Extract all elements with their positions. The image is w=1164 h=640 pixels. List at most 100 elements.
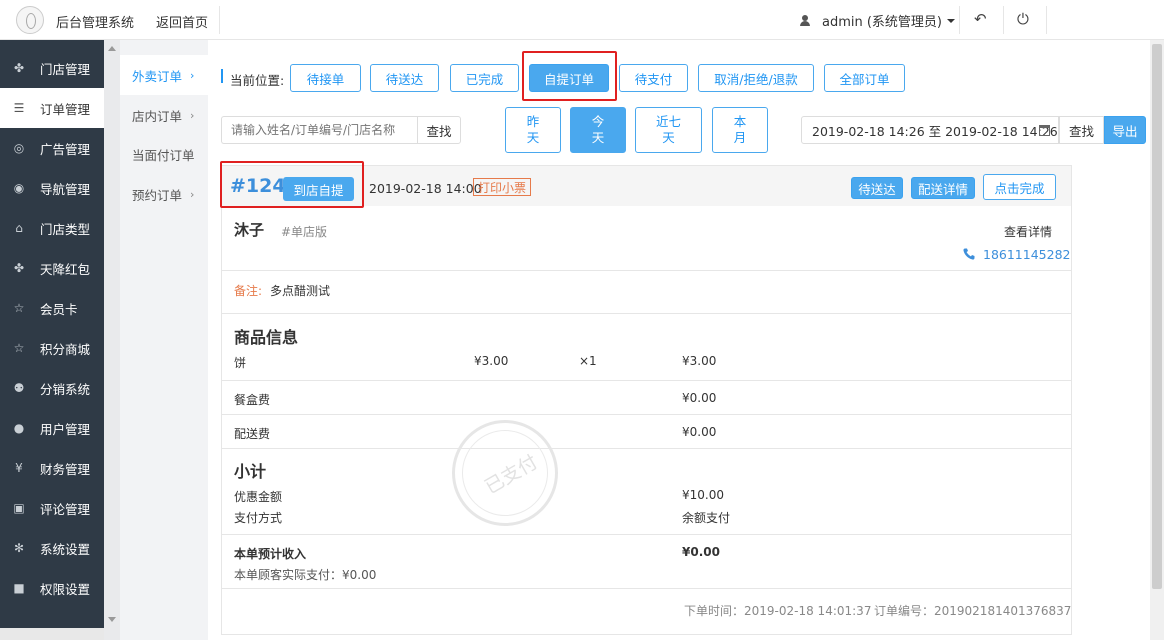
date-last-7-days-button[interactable]: 近七天 xyxy=(635,107,702,153)
sidebar-item-comments[interactable]: ▣ 评论管理 xyxy=(0,488,104,528)
sidebar-item-distribution[interactable]: ⚉ 分销系统 xyxy=(0,368,104,408)
scrollbar-thumb[interactable] xyxy=(1152,44,1162,589)
logo xyxy=(16,6,44,34)
sidebar-item-finance[interactable]: ¥ 财务管理 xyxy=(0,448,104,488)
tab-pending-payment[interactable]: 待支付 xyxy=(619,64,688,92)
tab-pending-accept[interactable]: 待接单 xyxy=(290,64,361,92)
tab-pending-delivery[interactable]: 待送达 xyxy=(370,64,439,92)
lock-icon: ■ xyxy=(13,581,25,595)
pay-method-label: 支付方式 xyxy=(234,511,283,525)
chevron-right-icon: › xyxy=(190,108,195,122)
sidebar-item-label: 分销系统 xyxy=(40,381,91,397)
sub-navigation: 外卖订单 › 店内订单 › 当面付订单 预约订单 › xyxy=(104,40,208,640)
sidebar-item-label: 积分商城 xyxy=(40,341,91,357)
power-icon[interactable]: ⏻ xyxy=(1017,10,1029,28)
divider xyxy=(222,588,1071,589)
tab-cancelled[interactable]: 取消/拒绝/退款 xyxy=(698,64,814,92)
goods-quantity: ×1 xyxy=(579,354,597,368)
scroll-down-icon[interactable] xyxy=(108,617,116,622)
delivery-fee-label: 配送费 xyxy=(234,427,271,441)
comment-icon: ▣ xyxy=(13,501,25,515)
box-fee-label: 餐盒费 xyxy=(234,393,271,407)
complete-order-button[interactable]: 点击完成 xyxy=(983,174,1056,200)
sidebar-item-red-packet[interactable]: ✤ 天降红包 xyxy=(0,248,104,288)
calendar-icon xyxy=(1039,125,1050,136)
divider xyxy=(1046,6,1047,34)
sidebar-item-label: 财务管理 xyxy=(40,461,91,477)
delivery-details-button[interactable]: 配送详情 xyxy=(911,177,975,199)
date-today-button[interactable]: 今天 xyxy=(570,107,626,153)
search-button[interactable]: 查找 xyxy=(417,116,461,144)
subnav-item-takeout[interactable]: 外卖订单 › xyxy=(120,55,208,95)
print-receipt-button[interactable]: 打印小票 xyxy=(473,178,532,196)
yen-icon: ¥ xyxy=(15,461,23,475)
location-label: 当前位置: xyxy=(230,73,285,88)
subnav-item-face-pay[interactable]: 当面付订单 xyxy=(120,134,208,174)
sidebar: ✤ 门店管理 ☰ 订单管理 ◎ 广告管理 ◉ 导航管理 ⌂ 门店类型 ✤ 天降红包 ☆ 会员卡… xyxy=(0,40,104,640)
subnav-item-label: 预约订单 xyxy=(132,187,183,203)
subnav-scrollbar[interactable] xyxy=(104,40,120,640)
back-home-link[interactable]: 返回首页 xyxy=(156,12,208,31)
sidebar-item-nav[interactable]: ◉ 导航管理 xyxy=(0,168,104,208)
date-this-month-button[interactable]: 本月 xyxy=(712,107,768,153)
sidebar-item-settings[interactable]: ✻ 系统设置 xyxy=(0,528,104,568)
divider xyxy=(222,380,1071,381)
highlight-box xyxy=(522,51,617,101)
date-search-button[interactable]: 查找 xyxy=(1059,116,1104,144)
tab-all-orders[interactable]: 全部订单 xyxy=(824,64,905,92)
user-menu[interactable]: admin (系统管理员) xyxy=(800,11,956,30)
sidebar-item-store-type[interactable]: ⌂ 门店类型 xyxy=(0,208,104,248)
location-marker xyxy=(221,69,223,83)
sidebar-item-orders[interactable]: ☰ 订单管理 xyxy=(0,88,104,128)
sidebar-item-label: 权限设置 xyxy=(40,581,91,597)
discount-label: 优惠金额 xyxy=(234,490,283,504)
divider xyxy=(222,270,1071,271)
undo-icon[interactable]: ↶ xyxy=(974,10,987,28)
date-yesterday-button[interactable]: 昨天 xyxy=(505,107,561,153)
sidebar-item-permissions[interactable]: ■ 权限设置 xyxy=(0,568,104,608)
goods-name: 饼 xyxy=(234,356,247,370)
actual-paid: 本单顾客实际支付：¥0.00 xyxy=(234,568,377,582)
user-icon xyxy=(800,15,810,26)
chevron-right-icon: › xyxy=(190,68,195,82)
ad-icon: ◎ xyxy=(13,141,25,155)
gift-icon: ✤ xyxy=(13,261,25,275)
order-card xyxy=(221,165,1072,635)
sidebar-item-label: 系统设置 xyxy=(40,541,91,557)
sidebar-item-member-card[interactable]: ☆ 会员卡 xyxy=(0,288,104,328)
phone-number[interactable]: 18611145282 xyxy=(983,247,1070,262)
compass-icon: ◉ xyxy=(13,181,25,195)
user-label: admin (系统管理员) xyxy=(822,15,943,30)
subtotal-section-title: 小计 xyxy=(234,462,267,481)
sidebar-scrollbar[interactable] xyxy=(0,628,104,640)
sidebar-item-points-mall[interactable]: ☆ 积分商城 xyxy=(0,328,104,368)
export-button[interactable]: 导出 xyxy=(1104,116,1146,144)
discount-value: ¥10.00 xyxy=(682,488,724,502)
subnav-item-dine-in[interactable]: 店内订单 › xyxy=(120,95,208,135)
tab-completed[interactable]: 已完成 xyxy=(450,64,519,92)
highlight-box xyxy=(220,161,364,208)
user-icon: ● xyxy=(13,421,25,435)
sidebar-item-label: 门店类型 xyxy=(40,221,91,237)
sidebar-item-label: 广告管理 xyxy=(40,141,91,157)
divider xyxy=(222,414,1071,415)
placed-time: 下单时间：2019-02-18 14:01:37 xyxy=(684,604,872,618)
sidebar-item-users[interactable]: ● 用户管理 xyxy=(0,408,104,448)
bank-icon: ⌂ xyxy=(15,221,23,235)
sidebar-item-label: 会员卡 xyxy=(40,301,78,317)
goods-unit-price: ¥3.00 xyxy=(474,354,509,368)
order-time: 2019-02-18 14:00 xyxy=(369,181,482,196)
divider xyxy=(1003,6,1004,34)
sidebar-item-ads[interactable]: ◎ 广告管理 xyxy=(0,128,104,168)
subnav-item-label: 外卖订单 xyxy=(132,68,183,84)
remark-value: 多点醋测试 xyxy=(270,284,331,298)
search-input[interactable] xyxy=(221,116,417,144)
divider xyxy=(219,6,220,34)
scroll-up-icon[interactable] xyxy=(108,46,116,51)
delivery-fee-value: ¥0.00 xyxy=(682,425,717,439)
sidebar-item-store[interactable]: ✤ 门店管理 xyxy=(0,48,104,88)
pending-delivery-button[interactable]: 待送达 xyxy=(851,177,903,199)
view-details-link[interactable]: 查看详情 xyxy=(1004,223,1052,240)
date-range-input[interactable]: 2019-02-18 14:26 至 2019-02-18 14:26 xyxy=(801,116,1059,144)
subnav-item-reservation[interactable]: 预约订单 › xyxy=(120,174,208,214)
